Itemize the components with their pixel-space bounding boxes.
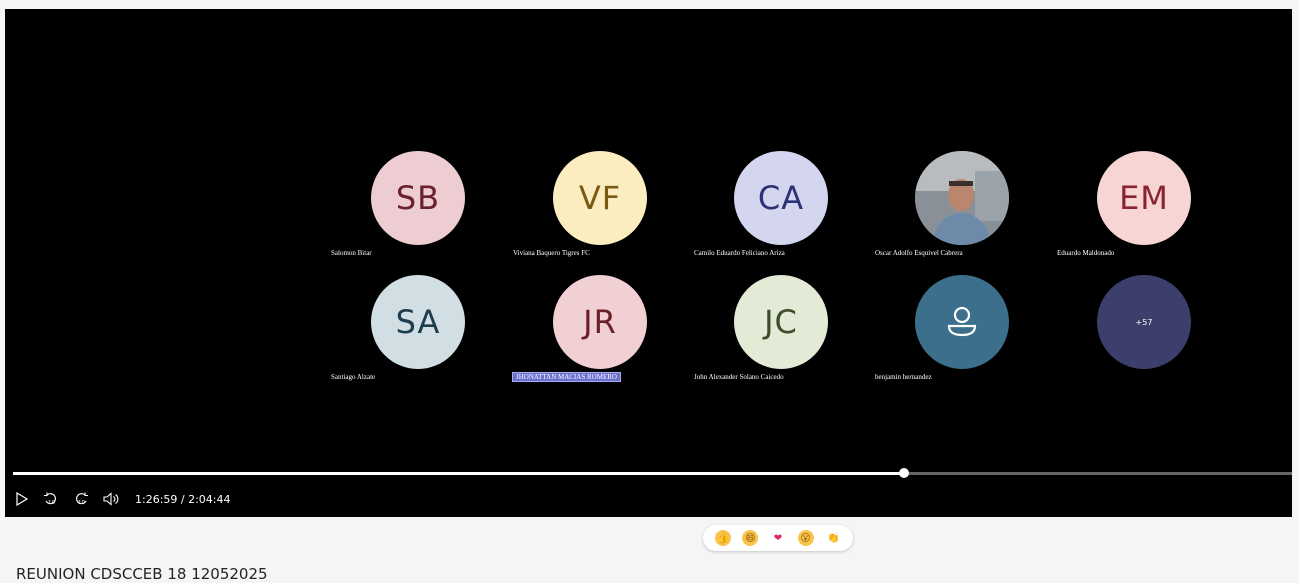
participant-avatar: SA xyxy=(371,275,465,369)
participant-photo xyxy=(915,151,1009,245)
progress-bar[interactable] xyxy=(13,468,1292,478)
play-icon[interactable] xyxy=(15,492,29,506)
participant-tile: EM Eduardo Maldonado xyxy=(1057,151,1237,269)
participant-name: John Alexander Solano Caicedo xyxy=(694,373,784,381)
participant-name: Salomon Bitar xyxy=(331,249,372,257)
person-icon xyxy=(915,275,1009,369)
like-reaction[interactable]: 👍 xyxy=(714,530,731,546)
participant-name: Camilo Eduardo Feliciano Ariza xyxy=(694,249,785,257)
participant-tile: benjamin hernandez xyxy=(875,275,1055,393)
reactions-bar: 👍 😄 ❤ 😮 👏 xyxy=(703,525,853,551)
laugh-reaction[interactable]: 😄 xyxy=(742,530,759,546)
participant-name: JHONATTAN MACIAS ROMERO xyxy=(512,372,621,382)
surprised-reaction[interactable]: 😮 xyxy=(797,530,814,546)
forward-10-icon[interactable]: 10 xyxy=(73,492,89,506)
volume-icon[interactable] xyxy=(103,492,119,506)
participant-grid: SB Salomon Bitar VF Viviana Baquero Tigres … xyxy=(331,151,1231,399)
svg-text:10: 10 xyxy=(78,500,85,506)
participant-avatar: CA xyxy=(734,151,828,245)
participant-name: Viviana Baquero Tigres FC xyxy=(513,249,590,257)
participant-tile: SA Santiago Alzate xyxy=(331,275,511,393)
participant-tile: SB Salomon Bitar xyxy=(331,151,511,269)
participant-tile: JC John Alexander Solano Caicedo xyxy=(694,275,874,393)
progress-handle[interactable] xyxy=(899,468,910,478)
participant-avatar: EM xyxy=(1097,151,1191,245)
player-controls: 10 10 1:26:59 / 2:04:44 xyxy=(15,489,231,509)
participant-name: Santiago Alzate xyxy=(331,373,376,381)
participant-name: Oscar Adolfo Esquivel Cabrera xyxy=(875,249,963,257)
participant-avatar: SB xyxy=(371,151,465,245)
participant-avatar: VF xyxy=(553,151,647,245)
participant-name: benjamin hernandez xyxy=(875,373,932,381)
participant-avatar: JC xyxy=(734,275,828,369)
clap-reaction[interactable]: 👏 xyxy=(825,530,842,546)
participant-tile: CA Camilo Eduardo Feliciano Ariza xyxy=(694,151,874,269)
participant-name: Eduardo Maldonado xyxy=(1057,249,1115,257)
video-player[interactable]: SB Salomon Bitar VF Viviana Baquero Tigres … xyxy=(5,9,1292,517)
participant-tile: VF Viviana Baquero Tigres FC xyxy=(513,151,693,269)
participant-tile: JR JHONATTAN MACIAS ROMERO xyxy=(512,275,693,393)
svg-text:10: 10 xyxy=(48,500,55,506)
heart-reaction[interactable]: ❤ xyxy=(769,530,786,546)
more-participants-badge[interactable]: +57 xyxy=(1097,275,1191,369)
time-display: 1:26:59 / 2:04:44 xyxy=(135,492,231,506)
rewind-10-icon[interactable]: 10 xyxy=(43,492,59,506)
participant-tile: Oscar Adolfo Esquivel Cabrera xyxy=(875,151,1055,269)
meeting-title: REUNION CDSCCEB 18 12052025 xyxy=(16,565,268,583)
participant-tile: +57 xyxy=(1057,275,1237,393)
participant-avatar: JR xyxy=(553,275,647,369)
progress-fill xyxy=(13,472,905,475)
